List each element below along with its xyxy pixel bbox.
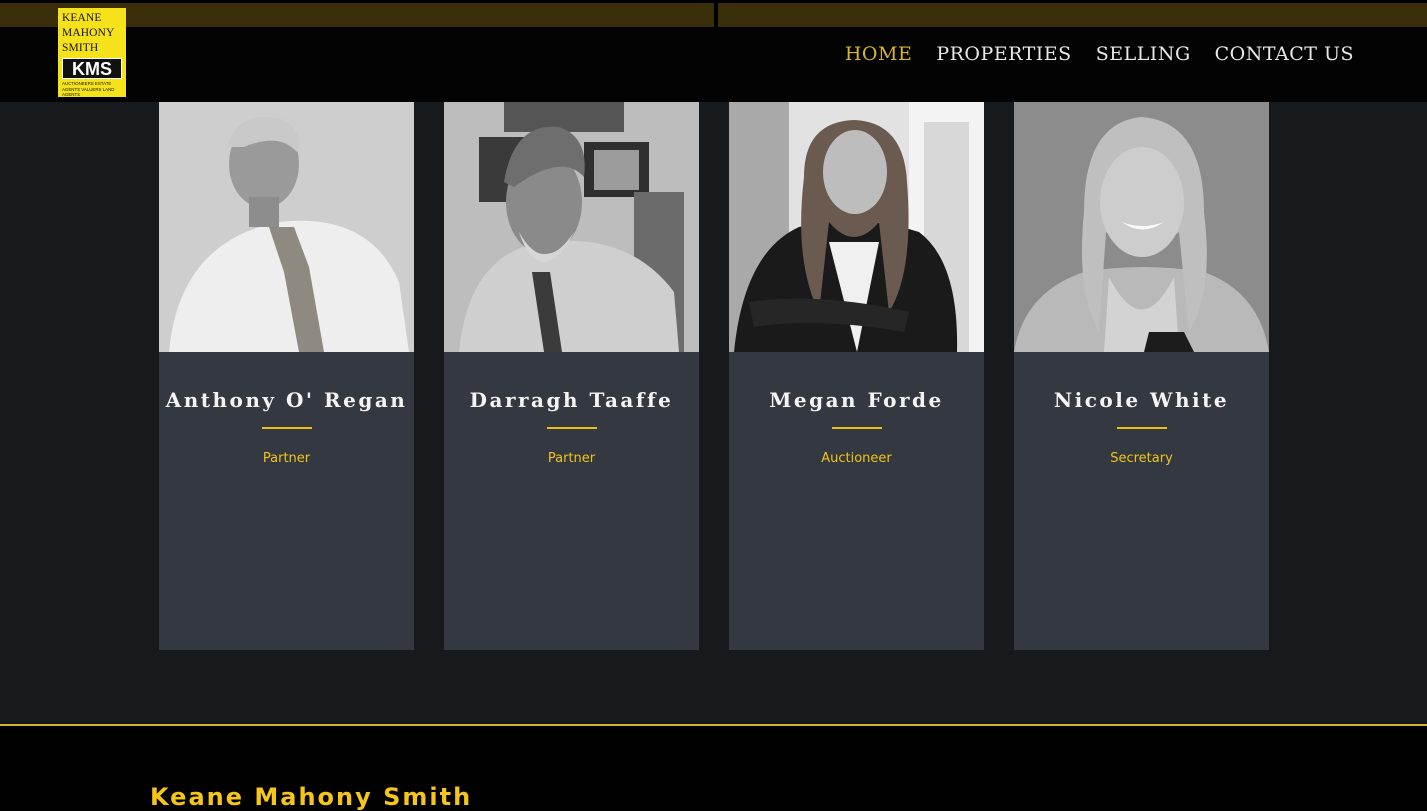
member-role: Partner	[262, 451, 311, 466]
logo-tagline: AUCTIONEERS ESTATE AGENTS VALUERS LAND A…	[62, 81, 115, 97]
member-name: Nicole White	[1053, 388, 1230, 412]
name-divider	[261, 427, 312, 429]
main-nav: HOME PROPERTIES SELLING CONTACT US	[845, 42, 1354, 66]
name-divider	[1116, 427, 1167, 429]
top-band-right	[718, 3, 1427, 27]
member-name: Anthony O' Regan	[165, 388, 408, 412]
nav-selling[interactable]: SELLING	[1096, 42, 1191, 66]
member-name: Darragh Taaffe	[469, 388, 674, 412]
team-photo	[1014, 102, 1269, 352]
team-photo	[159, 102, 414, 352]
nav-contact-us[interactable]: CONTACT US	[1215, 42, 1354, 66]
team-photo	[444, 102, 699, 352]
portrait-image	[444, 102, 699, 352]
site-header: HOME PROPERTIES SELLING CONTACT US	[0, 27, 1427, 102]
member-role: Partner	[547, 451, 596, 466]
team-card: Darragh Taaffe Partner	[444, 102, 699, 650]
site-footer: Keane Mahony Smith	[0, 724, 1427, 811]
logo-monogram: KMS	[62, 58, 122, 79]
team-photo	[729, 102, 984, 352]
team-card: Anthony O' Regan Partner	[159, 102, 414, 650]
team-section: Anthony O' Regan Partner Darragh Taaffe …	[159, 102, 1269, 650]
top-strip	[0, 0, 1427, 28]
nav-home[interactable]: HOME	[845, 42, 912, 66]
site-logo[interactable]: KEANE MAHONY SMITH KMS AUCTIONEERS ESTAT…	[58, 8, 126, 97]
logo-line-2: MAHONY	[62, 27, 115, 39]
name-divider	[831, 427, 882, 429]
member-role: Auctioneer	[821, 451, 892, 466]
logo-line-3: SMITH	[62, 42, 99, 54]
portrait-image	[729, 102, 984, 352]
portrait-image	[1014, 102, 1269, 352]
name-divider	[546, 427, 597, 429]
logo-line-1: KEANE	[62, 12, 102, 24]
member-role: Secretary	[1110, 451, 1173, 466]
portrait-image	[159, 102, 414, 352]
team-card: Megan Forde Auctioneer	[729, 102, 984, 650]
team-card: Nicole White Secretary	[1014, 102, 1269, 650]
nav-properties[interactable]: PROPERTIES	[936, 42, 1071, 66]
footer-brand: Keane Mahony Smith	[150, 783, 473, 811]
member-name: Megan Forde	[769, 388, 944, 412]
